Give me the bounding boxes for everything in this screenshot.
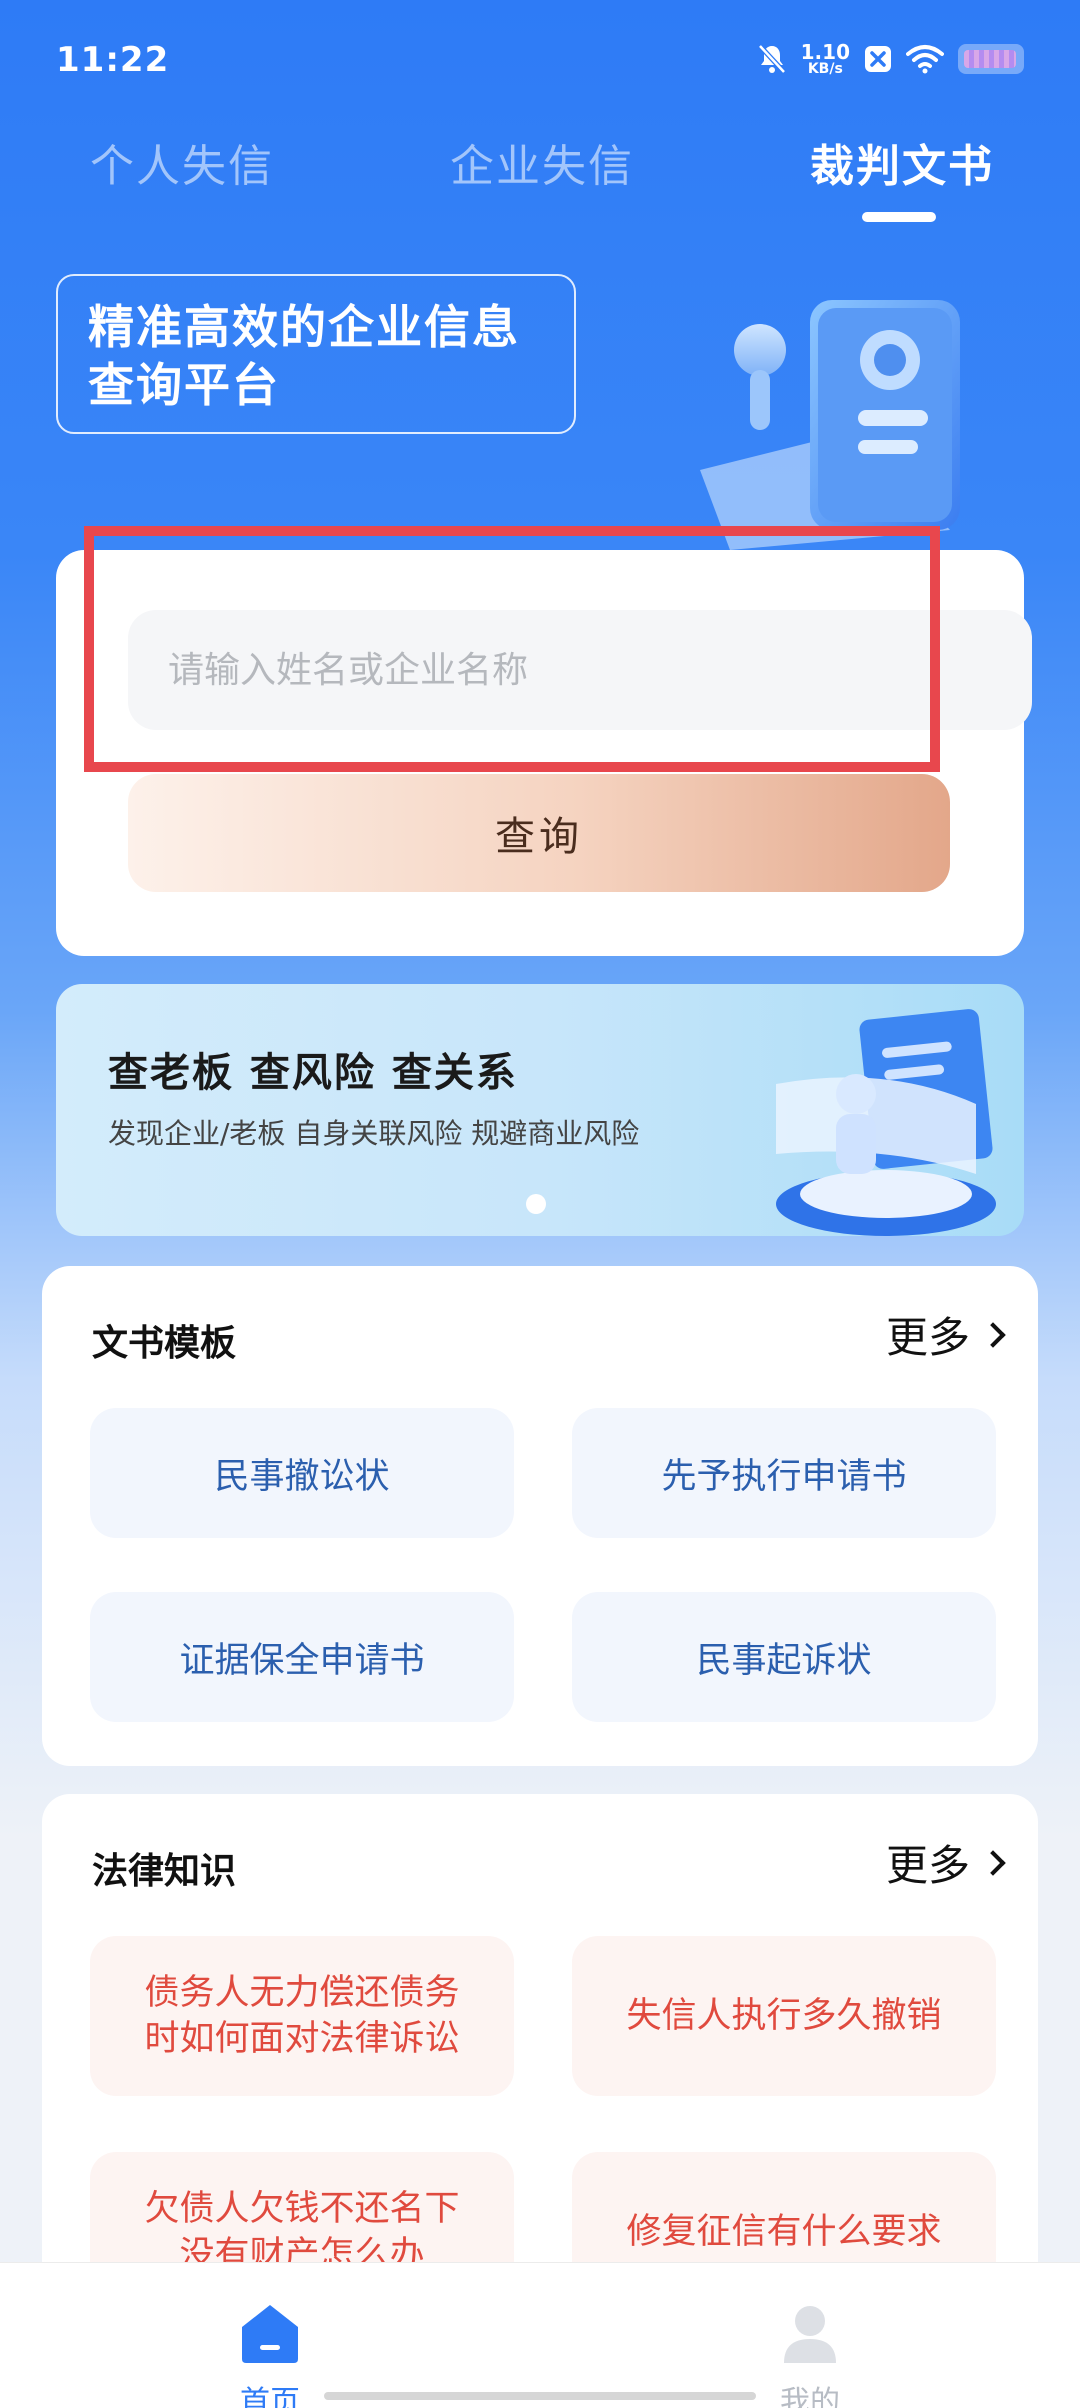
net-speed: 1.10 KB/s bbox=[800, 40, 850, 77]
article-tile[interactable]: 失信人执行多久撤销 bbox=[572, 1936, 996, 2096]
bottom-nav: 首页 我的 bbox=[0, 2262, 1080, 2408]
search-card: 查询 bbox=[56, 550, 1032, 956]
status-time: 11:22 bbox=[56, 40, 170, 80]
section-title: 法律知识 bbox=[92, 1851, 237, 1892]
status-icons: 1.10 KB/s bbox=[757, 42, 1024, 76]
wifi-icon bbox=[906, 44, 944, 74]
nav-home-label: 首页 bbox=[240, 2385, 300, 2408]
status-bar: 11:22 1.10 KB/s bbox=[0, 0, 1080, 120]
banner-subtitle: 发现企业/老板 自身关联风险 规避商业风险 bbox=[108, 1117, 640, 1150]
template-tile[interactable]: 先予执行申请书 bbox=[572, 1408, 996, 1538]
slogan-line-1: 精准高效的企业信息 bbox=[88, 300, 520, 354]
promo-banner[interactable]: 查老板 查风险 查关系 发现企业/老板 自身关联风险 规避商业风险 bbox=[56, 984, 1024, 1236]
nav-mine-label: 我的 bbox=[780, 2385, 840, 2408]
top-tabs: 个人失信 企业失信 裁判文书 bbox=[0, 130, 1080, 230]
user-icon bbox=[778, 2301, 842, 2369]
slogan-line-2: 查询平台 bbox=[88, 358, 280, 412]
banner-illustration bbox=[756, 1004, 1016, 1236]
home-icon bbox=[238, 2301, 302, 2369]
query-button[interactable]: 查询 bbox=[128, 774, 950, 892]
carousel-indicator bbox=[526, 1194, 546, 1214]
banner-title: 查老板 查风险 查关系 bbox=[108, 1050, 518, 1096]
template-tile[interactable]: 证据保全申请书 bbox=[90, 1592, 514, 1722]
tab-personal-dishonest[interactable]: 个人失信 bbox=[90, 130, 274, 194]
active-tab-indicator bbox=[862, 212, 936, 222]
home-indicator bbox=[324, 2392, 756, 2400]
nav-mine[interactable]: 我的 bbox=[660, 2263, 960, 2408]
bell-muted-icon bbox=[757, 43, 787, 75]
more-link[interactable]: 更多 bbox=[886, 1304, 1006, 1365]
more-link[interactable]: 更多 bbox=[886, 1832, 1006, 1893]
template-tile[interactable]: 民事撤讼状 bbox=[90, 1408, 514, 1538]
tab-enterprise-dishonest[interactable]: 企业失信 bbox=[450, 130, 634, 194]
battery-icon bbox=[958, 44, 1024, 74]
doc-templates-section: 文书模板 更多 民事撤讼状 先予执行申请书 证据保全申请书 民事起诉状 bbox=[42, 1266, 1038, 1766]
close-box-icon bbox=[864, 45, 892, 73]
chevron-right-icon bbox=[980, 1321, 1006, 1348]
section-title: 文书模板 bbox=[92, 1323, 237, 1364]
nav-home[interactable]: 首页 bbox=[120, 2263, 420, 2408]
article-tile[interactable]: 债务人无力偿还债务 时如何面对法律诉讼 bbox=[90, 1936, 514, 2096]
tab-judgment-documents[interactable]: 裁判文书 bbox=[810, 130, 994, 194]
chevron-right-icon bbox=[980, 1849, 1006, 1876]
search-input[interactable] bbox=[128, 610, 1032, 730]
document-illustration bbox=[690, 280, 1020, 550]
template-tile[interactable]: 民事起诉状 bbox=[572, 1592, 996, 1722]
slogan-box: 精准高效的企业信息 查询平台 bbox=[56, 274, 576, 434]
